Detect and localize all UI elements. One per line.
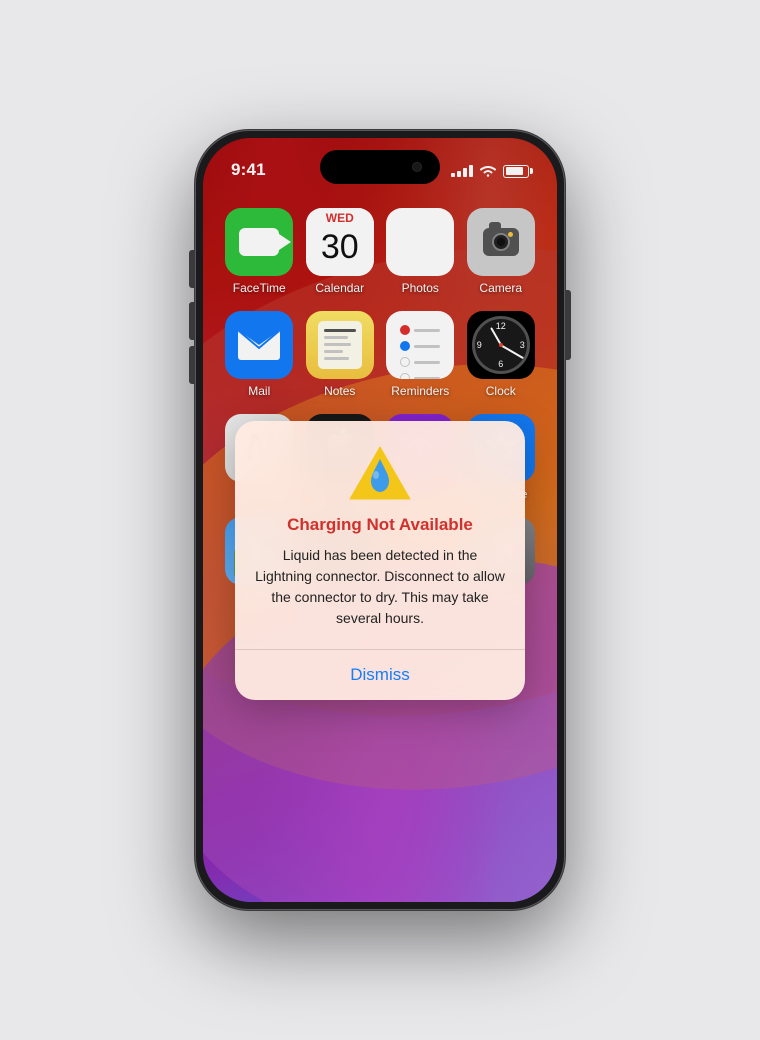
dismiss-button[interactable]: Dismiss <box>255 650 505 700</box>
alert-icon-area <box>255 445 505 501</box>
triangle-svg <box>348 445 412 501</box>
alert-title: Charging Not Available <box>255 515 505 535</box>
phone-frame: 9:41 <box>195 130 565 910</box>
alert-box: Charging Not Available Liquid has been d… <box>235 421 525 700</box>
phone-screen: 9:41 <box>203 138 557 902</box>
warning-icon <box>348 445 412 501</box>
alert-message: Liquid has been detected in the Lightnin… <box>255 545 505 629</box>
alert-overlay: Charging Not Available Liquid has been d… <box>203 138 557 902</box>
